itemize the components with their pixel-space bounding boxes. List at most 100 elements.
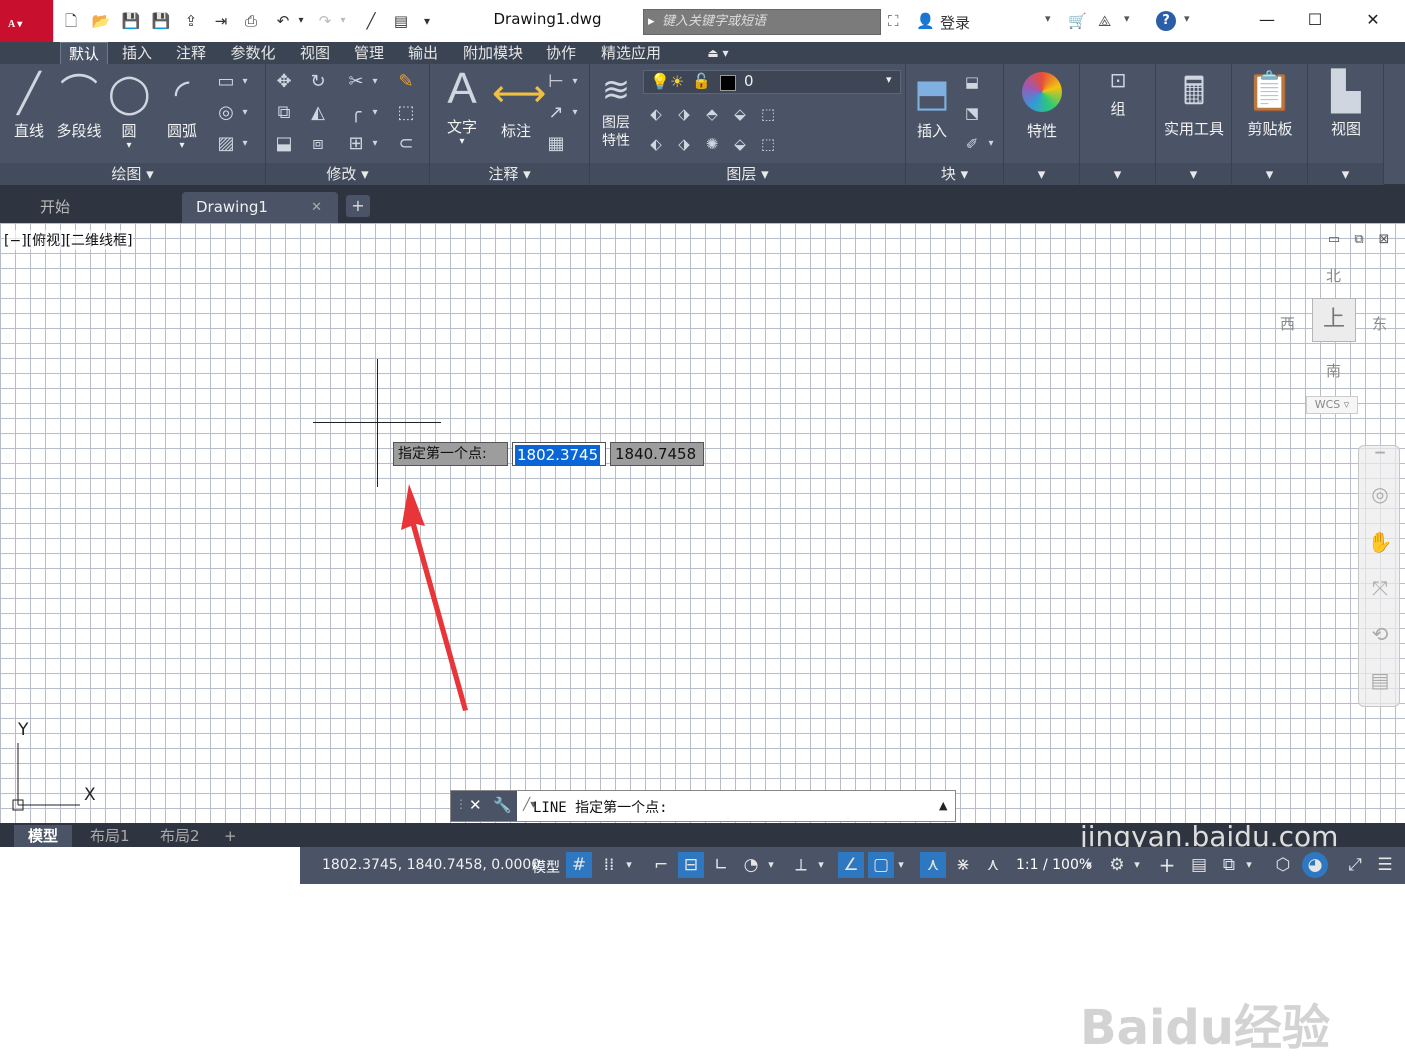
panel-layers-title[interactable]: 图层 ▾ <box>590 163 905 185</box>
new-file-icon[interactable]: 🗋 <box>60 10 82 32</box>
ribbon-display-toggle-icon[interactable]: ⏏ ▾ <box>696 42 740 64</box>
panel-properties-dropdown-icon[interactable]: ▾ <box>1004 163 1079 185</box>
layer-tool-8-icon[interactable]: ✺ <box>700 132 724 156</box>
annotation-visibility-icon[interactable]: ⋏ <box>920 852 946 878</box>
layer-tool-2-icon[interactable]: ⬗ <box>672 102 696 126</box>
viewport-close-icon[interactable]: ⊠ <box>1376 233 1392 247</box>
object-snap-icon[interactable]: ▢ <box>868 852 894 878</box>
tab-start[interactable]: 开始 <box>26 192 176 223</box>
rotate-icon[interactable]: ↻ <box>306 70 330 94</box>
command-line[interactable]: ⋮ ✕ 🔧 ╱▾ LINE 指定第一个点: ▲ <box>450 790 956 822</box>
layer-dropdown[interactable]: 💡 ☀ 🔓 0 ▾ <box>643 70 901 94</box>
layer-properties-button[interactable]: ≋ 图层 特性 <box>594 68 638 150</box>
offset-icon[interactable]: ⊂ <box>394 132 418 156</box>
cart-icon[interactable]: 🛒 <box>1068 12 1087 30</box>
layer-tool-4-icon[interactable]: ⬙ <box>728 102 752 126</box>
login-dropdown-icon[interactable]: ▾ <box>1045 12 1051 25</box>
steering-wheel-icon[interactable]: ◎ <box>1359 482 1401 506</box>
customize-menu-icon[interactable]: ☰ <box>1372 852 1398 878</box>
trim-dropdown-icon[interactable]: ▾ <box>368 70 382 94</box>
copy-icon[interactable]: ⧉ <box>272 101 296 125</box>
hatch-icon[interactable]: ▨ <box>214 132 238 156</box>
tab-drawing1[interactable]: Drawing1 ✕ <box>182 192 338 223</box>
zoom-extents-icon[interactable]: ⤧ <box>1359 576 1401 600</box>
viewport-controls-label[interactable]: [−][俯视][二维线框] <box>4 230 133 250</box>
layer-tool-3-icon[interactable]: ⬘ <box>700 102 724 126</box>
maximize-icon[interactable]: ☐ <box>1292 8 1338 32</box>
dynamic-input-x-field[interactable]: 1802.3745 <box>512 442 606 466</box>
fillet-dropdown-icon[interactable]: ▾ <box>368 101 382 125</box>
panel-annotation-title[interactable]: 注释 ▾ <box>430 163 589 185</box>
tab-home[interactable]: 默认 <box>60 42 108 64</box>
groups-button[interactable]: ⊡ 组 <box>1086 66 1150 119</box>
close-icon[interactable]: ✕ <box>1350 8 1396 32</box>
redo-icon[interactable]: ↷ <box>314 10 336 32</box>
open-web-icon[interactable]: ⇪ <box>180 10 202 32</box>
wcs-menu[interactable]: WCS ▿ <box>1306 396 1358 414</box>
pan-hand-icon[interactable]: ✋ <box>1359 530 1401 554</box>
isodraft-dropdown-icon[interactable]: ▾ <box>814 852 828 878</box>
auto-scale-icon[interactable]: ⋇ <box>950 852 976 878</box>
layer-tool-7-icon[interactable]: ⬗ <box>672 132 696 156</box>
explode-icon[interactable]: ⬚ <box>394 101 418 125</box>
workspace-dropdown-icon[interactable]: ▾ <box>1130 852 1144 878</box>
layer-tool-6-icon[interactable]: ⬖ <box>644 132 668 156</box>
viewcube-top-face[interactable]: 上 <box>1312 298 1356 342</box>
text-tool-button[interactable]: A 文字 ▾ <box>440 66 484 147</box>
user-icon[interactable]: 👤 <box>916 12 935 30</box>
model-space-toggle[interactable]: 模型 <box>532 857 560 877</box>
insert-block-button[interactable]: ⬒ 插入 <box>910 70 954 141</box>
infer-constraints-icon[interactable]: ⌐ <box>648 852 674 878</box>
add-layout-icon[interactable]: + <box>218 825 243 847</box>
circle-tool-button[interactable]: ◯ 圆 ▾ <box>108 70 151 151</box>
command-close-icon[interactable]: ✕ <box>469 796 482 814</box>
snap-dropdown-icon[interactable]: ▾ <box>622 852 636 878</box>
tab-manage[interactable]: 管理 <box>346 42 392 64</box>
view-button[interactable]: ▙ 视图 <box>1314 68 1378 139</box>
scale-icon[interactable]: ⧈ <box>306 132 330 156</box>
trim-icon[interactable]: ✂ <box>344 70 368 94</box>
viewcube-south-label[interactable]: 南 <box>1326 360 1341 381</box>
application-menu-button[interactable]: A ▾ <box>0 0 54 42</box>
tab-parametric[interactable]: 参数化 <box>222 42 284 64</box>
polar-dropdown-icon[interactable]: ▾ <box>764 852 778 878</box>
quick-properties-dropdown-icon[interactable]: ▾ <box>1242 852 1256 878</box>
tab-featured-apps[interactable]: 精选应用 <box>592 42 670 64</box>
tab-insert[interactable]: 插入 <box>114 42 160 64</box>
properties-button[interactable]: 特性 <box>1010 68 1074 141</box>
tab-addins[interactable]: 附加模块 <box>454 42 532 64</box>
new-tab-icon[interactable]: + <box>346 195 370 217</box>
clipboard-button[interactable]: 📋 剪贴板 <box>1234 68 1306 139</box>
snap-icon[interactable]: ⁞⁞ <box>596 852 622 878</box>
viewcube-east-label[interactable]: 东 <box>1372 313 1387 334</box>
isolate-objects-icon[interactable]: ⬡ <box>1270 852 1296 878</box>
tab-view[interactable]: 视图 <box>292 42 338 64</box>
app-dropdown-icon[interactable]: ▾ <box>1124 12 1130 25</box>
isodraft-icon[interactable]: ⟂ <box>788 852 814 878</box>
tab-layout1[interactable]: 布局1 <box>76 825 144 847</box>
table-icon[interactable]: ▦ <box>544 132 568 156</box>
panel-clipboard-dropdown-icon[interactable]: ▾ <box>1232 163 1307 185</box>
minimize-icon[interactable]: — <box>1244 8 1290 32</box>
share-icon[interactable]: ⇥ <box>210 10 232 32</box>
coordinate-readout[interactable]: 1802.3745, 1840.7458, 0.0000 <box>322 857 540 873</box>
erase-icon[interactable]: ✎ <box>394 70 418 94</box>
print-icon[interactable]: ⎙ <box>240 10 262 32</box>
annotation-scale-selector[interactable]: 1:1 / 100% <box>1016 857 1092 873</box>
tab-output[interactable]: 输出 <box>400 42 446 64</box>
command-grip-icon[interactable]: ⋮ <box>455 797 467 811</box>
line-tool-button[interactable]: ╱ 直线 <box>8 70 50 141</box>
layer-tool-5-icon[interactable]: ⬚ <box>756 102 780 126</box>
fillet-icon[interactable]: ╭ <box>344 101 368 125</box>
customize-quick-access-icon[interactable]: ▾ <box>416 10 438 32</box>
ellipse-dropdown-icon[interactable]: ▾ <box>238 101 252 125</box>
grid-icon[interactable]: # <box>566 852 592 878</box>
help-dropdown-icon[interactable]: ▾ <box>1184 12 1190 25</box>
panel-modify-title[interactable]: 修改 ▾ <box>266 163 429 185</box>
array-dropdown-icon[interactable]: ▾ <box>368 132 382 156</box>
undo-icon[interactable]: ↶ <box>272 10 294 32</box>
viewcube-north-label[interactable]: 北 <box>1326 265 1341 286</box>
showmotion-icon[interactable]: ▤ <box>1359 668 1401 692</box>
panel-view-dropdown-icon[interactable]: ▾ <box>1308 163 1383 185</box>
units-icon[interactable]: ▤ <box>1186 852 1212 878</box>
